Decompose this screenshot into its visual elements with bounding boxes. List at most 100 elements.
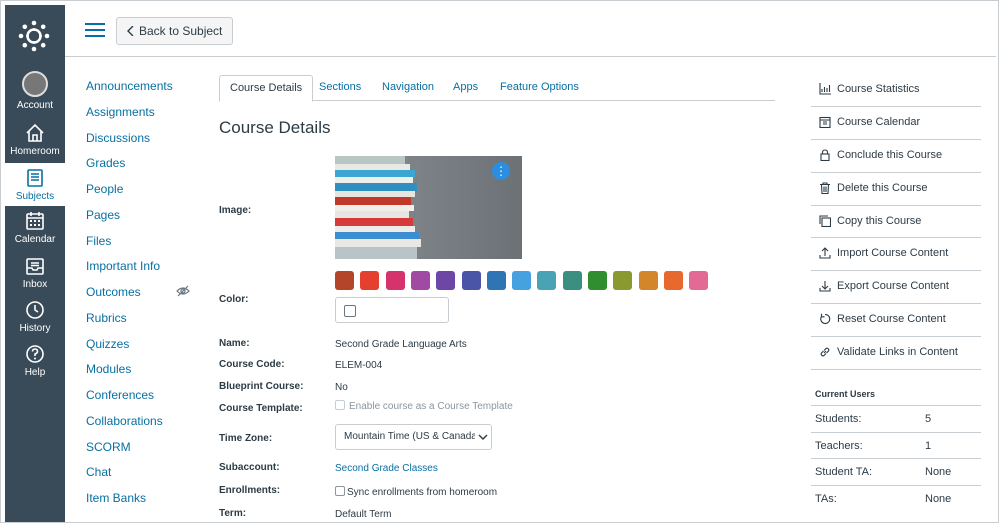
course-nav-collaborations[interactable]: Collaborations [86,412,201,438]
course-nav-assignments[interactable]: Assignments [86,103,201,129]
color-swatch[interactable] [512,271,532,290]
course-template-label: Course Template: [219,403,303,414]
course-nav-announcements[interactable]: Announcements [86,77,201,103]
color-swatch[interactable] [663,271,683,290]
tab-navigation[interactable]: Navigation [372,75,444,101]
color-swatch[interactable] [335,271,354,290]
course-nav-modules[interactable]: Modules [86,360,201,386]
time-zone-select[interactable]: Mountain Time (US & Canada) [335,424,492,450]
color-swatch[interactable] [537,271,557,290]
color-swatch[interactable] [486,271,506,290]
global-nav-subjects[interactable]: Subjects [5,163,65,206]
course-statistics-link[interactable]: Course Statistics [811,74,981,107]
color-swatch[interactable] [385,271,405,290]
term-label: Term: [219,508,247,519]
course-nav-discussions[interactable]: Discussions [86,129,201,155]
course-nav-quizzes[interactable]: Quizzes [86,335,201,361]
course-nav-grades[interactable]: Grades [86,154,201,180]
eye-slash-icon [176,285,190,297]
hamburger-menu-icon[interactable] [85,23,105,37]
color-swatch[interactable] [461,271,481,290]
course-nav-scorm[interactable]: SCORM [86,438,201,464]
course-template-checkbox[interactable] [335,400,345,410]
color-swatch[interactable] [689,271,709,290]
back-to-subject-button[interactable]: Back to Subject [116,17,233,45]
copy-course-link[interactable]: Copy this Course [811,206,981,239]
copy-course-label: Copy this Course [837,214,922,227]
sync-enrollments-checkbox[interactable] [335,486,345,496]
global-nav-account[interactable]: Account [5,71,65,115]
sync-enrollments-label: Sync enrollments from homeroom [347,487,498,498]
image-options-button[interactable]: ⋮ [492,162,510,180]
color-hex-input[interactable] [335,297,449,323]
subaccount-link[interactable]: Second Grade Classes [335,463,438,474]
color-swatch[interactable] [588,271,607,290]
canvas-logo-icon[interactable] [18,20,50,52]
subaccount-label: Subaccount: [219,462,280,473]
course-nav-rubrics[interactable]: Rubrics [86,309,201,335]
global-nav-homeroom[interactable]: Homeroom [5,122,65,164]
color-swatch[interactable] [436,271,456,290]
top-bar: Back to Subject [65,5,996,57]
course-nav-chat[interactable]: Chat [86,463,201,489]
delete-course-link[interactable]: Delete this Course [811,173,981,206]
course-calendar-link[interactable]: Course Calendar [811,107,981,140]
chevron-left-icon [127,26,134,36]
export-content-label: Export Course Content [837,280,949,293]
course-nav-files[interactable]: Files [86,232,201,258]
course-template-option: Enable course as a Course Template [335,400,513,412]
avatar [22,71,48,97]
table-row: TAs: None [811,484,981,512]
global-nav-help[interactable]: Help [5,343,65,385]
color-swatch[interactable] [562,271,582,290]
global-nav-inbox[interactable]: Inbox [5,255,65,297]
reset-content-link[interactable]: Reset Course Content [811,304,981,338]
tab-course-details[interactable]: Course Details [219,75,314,102]
course-nav-item-banks[interactable]: Item Banks [86,489,201,515]
course-nav-conferences[interactable]: Conferences [86,386,201,412]
course-nav-pages[interactable]: Pages [86,206,201,232]
course-image: ⋮ [335,156,522,259]
conclude-course-label: Conclude this Course [837,148,943,161]
blueprint-value: No [335,382,348,393]
copy-icon [819,215,831,227]
color-swatch[interactable] [613,271,633,290]
color-swatch[interactable] [410,271,430,290]
current-users-table: Students: 5 Teachers: 1 Student TA: None… [811,405,981,511]
course-statistics-label: Course Statistics [837,83,920,95]
bar-chart-icon [819,83,831,95]
global-nav-history[interactable]: History [5,299,65,341]
enrollments-label: Enrollments: [219,485,281,496]
back-to-subject-label: Back to Subject [139,24,223,38]
global-nav-calendar-label: Calendar [14,234,56,245]
course-nav-important-info[interactable]: Important Info [86,257,201,283]
student-ta-count: None [925,466,952,478]
enrollments-option: Sync enrollments from homeroom [335,486,497,498]
export-content-link[interactable]: Export Course Content [811,271,981,305]
page-title: Course Details [219,118,331,137]
import-content-link[interactable]: Import Course Content [811,238,981,272]
validate-links-link[interactable]: Validate Links in Content [811,337,981,371]
table-row: Students: 5 [811,405,981,432]
calendar-icon [819,116,831,128]
tab-sections[interactable]: Sections [309,75,371,101]
tab-apps[interactable]: Apps [443,75,488,101]
current-users-title: Current Users [815,389,876,399]
global-nav-help-label: Help [24,367,46,378]
color-swatch[interactable] [360,271,380,290]
course-nav-outcomes[interactable]: Outcomes [86,283,201,309]
global-nav-calendar[interactable]: Calendar [5,210,65,252]
conclude-course-link[interactable]: Conclude this Course [811,140,981,173]
students-label: Students: [815,413,862,425]
color-swatch[interactable] [638,271,658,290]
time-zone-value: Mountain Time (US & Canada) [344,431,481,442]
course-actions-sidebar: Course Statistics Course Calendar Conclu… [811,74,981,371]
link-icon [820,347,830,357]
canvas-window: Account Homeroom Subjects Calendar Inbox… [0,0,999,523]
trash-icon [820,182,830,194]
color-preview-checkbox[interactable] [344,305,356,317]
help-icon [26,345,44,363]
tab-feature-options[interactable]: Feature Options [490,75,589,101]
validate-links-label: Validate Links in Content [837,346,958,359]
course-nav-people[interactable]: People [86,180,201,206]
